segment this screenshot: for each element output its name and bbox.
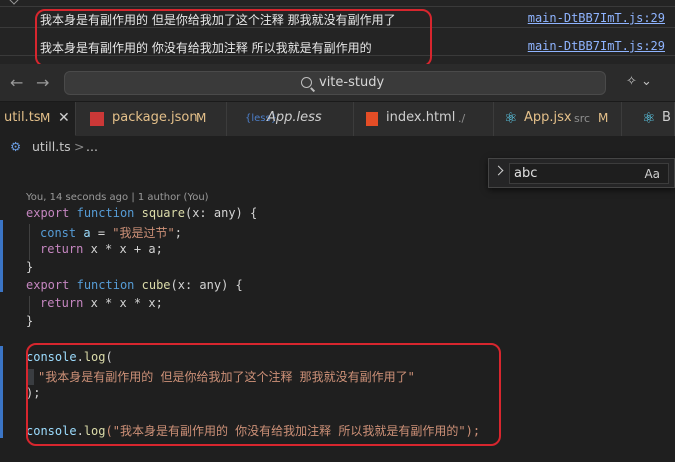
tab-app-jsx[interactable]: ⚛ App.jsx src M — [494, 102, 622, 136]
title-bar: ← → vite-study ✧ ⌄ — [0, 64, 675, 102]
tab-label: package.json — [112, 110, 198, 125]
arrow-right-icon[interactable]: → — [36, 73, 49, 92]
console-source-link[interactable]: main-DtBB7ImT.js:29 — [528, 11, 665, 25]
tab-label: App.jsx — [524, 110, 572, 125]
copilot-icon[interactable]: ✧ ⌄ — [626, 74, 652, 89]
npm-icon — [90, 112, 104, 126]
breadcrumb-file[interactable]: utill.ts — [32, 139, 71, 154]
annotation-highlight-box — [35, 9, 432, 67]
arrow-left-icon[interactable]: ← — [10, 73, 23, 92]
screen-root: 我本身是有副作用的 但是你给我加了这个注释 那我就没有副作用了 main-DtB… — [0, 0, 675, 462]
git-change-marker — [0, 346, 3, 438]
react-icon: ⚛ — [504, 109, 518, 127]
tab-util-ts[interactable]: util.ts M ✕ — [0, 102, 76, 136]
code-line: return x * x * x; — [40, 296, 163, 310]
breadcrumb: ⚙ utill.ts > ... — [0, 136, 675, 158]
modified-badge: M — [598, 111, 609, 125]
breadcrumb-separator: > — [74, 139, 85, 154]
tab-app-less[interactable]: {less} App.less — [227, 102, 354, 136]
tab-label: util.ts — [4, 110, 41, 125]
editor-tabs: util.ts M ✕ package.json M {less} App.le… — [0, 102, 675, 136]
devtools-console: 我本身是有副作用的 但是你给我加了这个注释 那我就没有副作用了 main-DtB… — [0, 0, 675, 67]
close-icon[interactable]: ✕ — [58, 110, 70, 126]
tab-index-html[interactable]: index.html ./ — [354, 102, 494, 136]
workspace-name: vite-study — [319, 75, 385, 90]
tab-label: App.less — [267, 110, 322, 125]
find-input[interactable]: abc Aa — [509, 163, 669, 184]
code-line: } — [26, 260, 34, 274]
html5-icon — [366, 112, 378, 126]
console-cut-row — [0, 0, 675, 7]
tab-label: index.html — [386, 110, 456, 125]
tab-package-json[interactable]: package.json M — [76, 102, 227, 136]
tab-overflow[interactable]: ⚛ B — [622, 102, 675, 136]
typescript-icon: ⚙ — [10, 139, 22, 154]
modified-badge: M — [40, 111, 51, 125]
modified-badge: M — [196, 111, 207, 125]
tab-label: B — [662, 110, 671, 125]
code-line: export function cube(x: any) { — [26, 278, 243, 292]
console-source-link[interactable]: main-DtBB7ImT.js:29 — [528, 39, 665, 53]
react-icon: ⚛ — [642, 109, 656, 127]
find-input-value: abc — [514, 166, 538, 181]
match-case-toggle[interactable]: Aa — [644, 167, 660, 181]
git-blame-annotation: You, 14 seconds ago | 1 author (You) — [26, 192, 209, 203]
chevron-down-icon[interactable] — [8, 0, 20, 5]
chevron-right-icon[interactable] — [493, 165, 504, 176]
annotation-highlight-box — [26, 343, 501, 446]
indent-guide — [29, 296, 30, 314]
code-line: } — [26, 314, 34, 328]
command-center-search[interactable]: vite-study — [64, 71, 606, 95]
indent-guide — [29, 224, 30, 260]
git-change-marker — [0, 220, 3, 292]
code-line: const a = "我是过节"; — [40, 226, 182, 240]
breadcrumb-more[interactable]: ... — [86, 139, 98, 154]
tab-path: ./ — [458, 112, 466, 125]
find-widget: abc Aa — [488, 158, 675, 188]
search-icon — [301, 77, 312, 88]
tab-path: src — [574, 112, 591, 125]
code-line: export function square(x: any) { — [26, 206, 258, 220]
code-line: return x * x + a; — [40, 242, 163, 256]
